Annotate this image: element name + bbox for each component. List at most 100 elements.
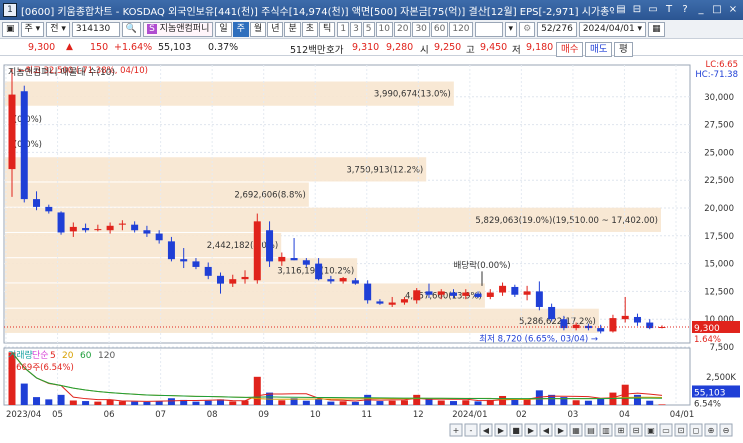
buy-button[interactable]: 매수 [556,42,584,57]
volume-max-label: 4,669주(6.54%) [8,363,74,373]
volume-bar [376,401,384,405]
window-button-0[interactable]: ▤ [614,3,628,17]
code-input[interactable]: 314130 [71,21,120,37]
volume-profile-label: (0.0%) [14,115,42,125]
candle-body [131,224,139,231]
candle-body [57,212,65,233]
interval-tab[interactable]: 10 [375,21,393,37]
volume-bar [437,400,445,405]
volume-bar [597,398,605,405]
period-tab[interactable]: 주 [232,21,249,37]
interval-tab[interactable]: 60 [430,21,449,37]
interval-input[interactable] [474,21,503,37]
market-select[interactable]: 주 ▾ [20,21,45,37]
nav-button-icon: ■ [512,426,520,435]
price-tag: 9,300 [694,324,720,334]
volume-y-tick: 2,500K [706,373,736,383]
page-field[interactable]: 52/276 [537,21,577,37]
min-label: 최저 8,720 (6.65%, 03/04) → [479,333,598,344]
candle-body [584,325,592,329]
window-button-7[interactable]: × [726,3,740,17]
volume-legend-item: 120 [98,351,115,361]
volume-bar [474,401,482,405]
volume-bar [388,400,396,405]
candle-body [523,291,531,295]
chart-area[interactable]: 30,000 27,500 25,000 22,500 20,000 17,500 15,0… [0,57,743,440]
x-tick-label: 07 [155,410,166,420]
interval-tab[interactable]: 30 [412,21,430,37]
period-tab[interactable]: 일 [215,21,232,37]
volume-bar [523,399,531,405]
volume-bar [572,400,580,405]
x-tick-label: 03 [568,410,579,420]
candle-body [253,221,261,281]
window-button-2[interactable]: ▭ [646,3,660,17]
x-tick-label: 05 [52,410,63,420]
high-price: 9,450 [480,42,508,53]
interval-tab[interactable]: 20 [393,21,412,37]
date-field[interactable]: 2024/04/01 ▾ [578,21,647,37]
trade-amount: 512백만 [290,45,326,56]
sell-button[interactable]: 매도 [585,42,613,57]
layout-icon[interactable]: ▣ [2,21,19,37]
y-tick-label: 15,000 [704,260,734,270]
name-s-icon: S [147,23,157,34]
period-tab[interactable]: 월 [249,21,267,37]
window-button-6[interactable]: □ [710,3,724,17]
search-icon[interactable]: 🔍 [121,21,142,37]
volume-bar [253,376,261,405]
open-price: 9,250 [434,42,462,53]
x-tick-label: 10 [310,410,321,420]
volume-bar [633,394,641,405]
candle-body [548,306,556,320]
volume-bar [57,394,65,405]
interval-tabs: 1 3 5 10 20 30 60 120 [337,21,473,37]
x-tick-label: 06 [104,410,115,420]
volume-profile-label: 3,750,913(12.2%) [346,165,423,175]
low-label: 저 [512,45,521,56]
candle-body [82,228,90,231]
interval-tab[interactable]: 5 [362,21,375,37]
period-tab[interactable]: 초 [301,21,319,37]
candle-body [192,261,200,267]
candle-body [450,292,458,296]
candle-body [155,233,163,241]
candle-body [327,279,335,282]
nav-button-icon: ◀ [543,426,550,435]
price-chart-svg[interactable]: 30,000 27,500 25,000 22,500 20,000 17,500 15,0… [0,57,743,440]
volume-profile-label: 2,692,606(8.8%) [234,191,306,201]
chart-settings-icon[interactable]: ⚙ [519,21,536,37]
volume-bar [167,398,175,405]
period-tab[interactable]: 분 [284,21,301,37]
interval-tab[interactable]: 1 [337,21,350,37]
window-button-4[interactable]: ? [678,3,692,17]
jeon-select[interactable]: 전 ▾ [46,21,70,37]
nav-button-icon: ◀ [483,426,490,435]
window-button-3[interactable]: T [662,3,676,17]
volume-legend-item: 단순 [32,350,49,361]
stock-name-field[interactable]: S 지놈앤컴퍼니 [143,21,214,37]
y-tick-label: 25,000 [704,148,734,158]
window-button-1[interactable]: ⊟ [630,3,644,17]
window-buttons: ▤ ⊟ ▭ T? _ □ × [614,3,740,17]
window-button-5[interactable]: _ [694,3,708,17]
candle-body [216,275,224,284]
candle-body [413,290,421,301]
interval-tab[interactable]: 120 [449,21,473,37]
candle-body [8,94,16,170]
volume-legend-item: 5 [50,351,56,361]
period-tab[interactable]: 틱 [319,21,336,37]
grid-icon[interactable]: ▦ [648,21,665,37]
volume-profile-bar [5,308,599,333]
interval-tab[interactable]: 3 [350,21,362,37]
lc-label: LC:6.65 [706,60,738,70]
interval-dropdown[interactable]: ▾ [504,21,518,37]
candle-body [351,280,359,284]
volume-bar [118,401,126,405]
open-label: 시 [420,45,429,56]
volume-bar [511,399,519,405]
period-tab[interactable]: 년 [267,21,284,37]
x-tick-label: 08 [207,410,218,420]
candle-body [400,299,408,303]
avg-button[interactable]: 평 [614,42,633,57]
